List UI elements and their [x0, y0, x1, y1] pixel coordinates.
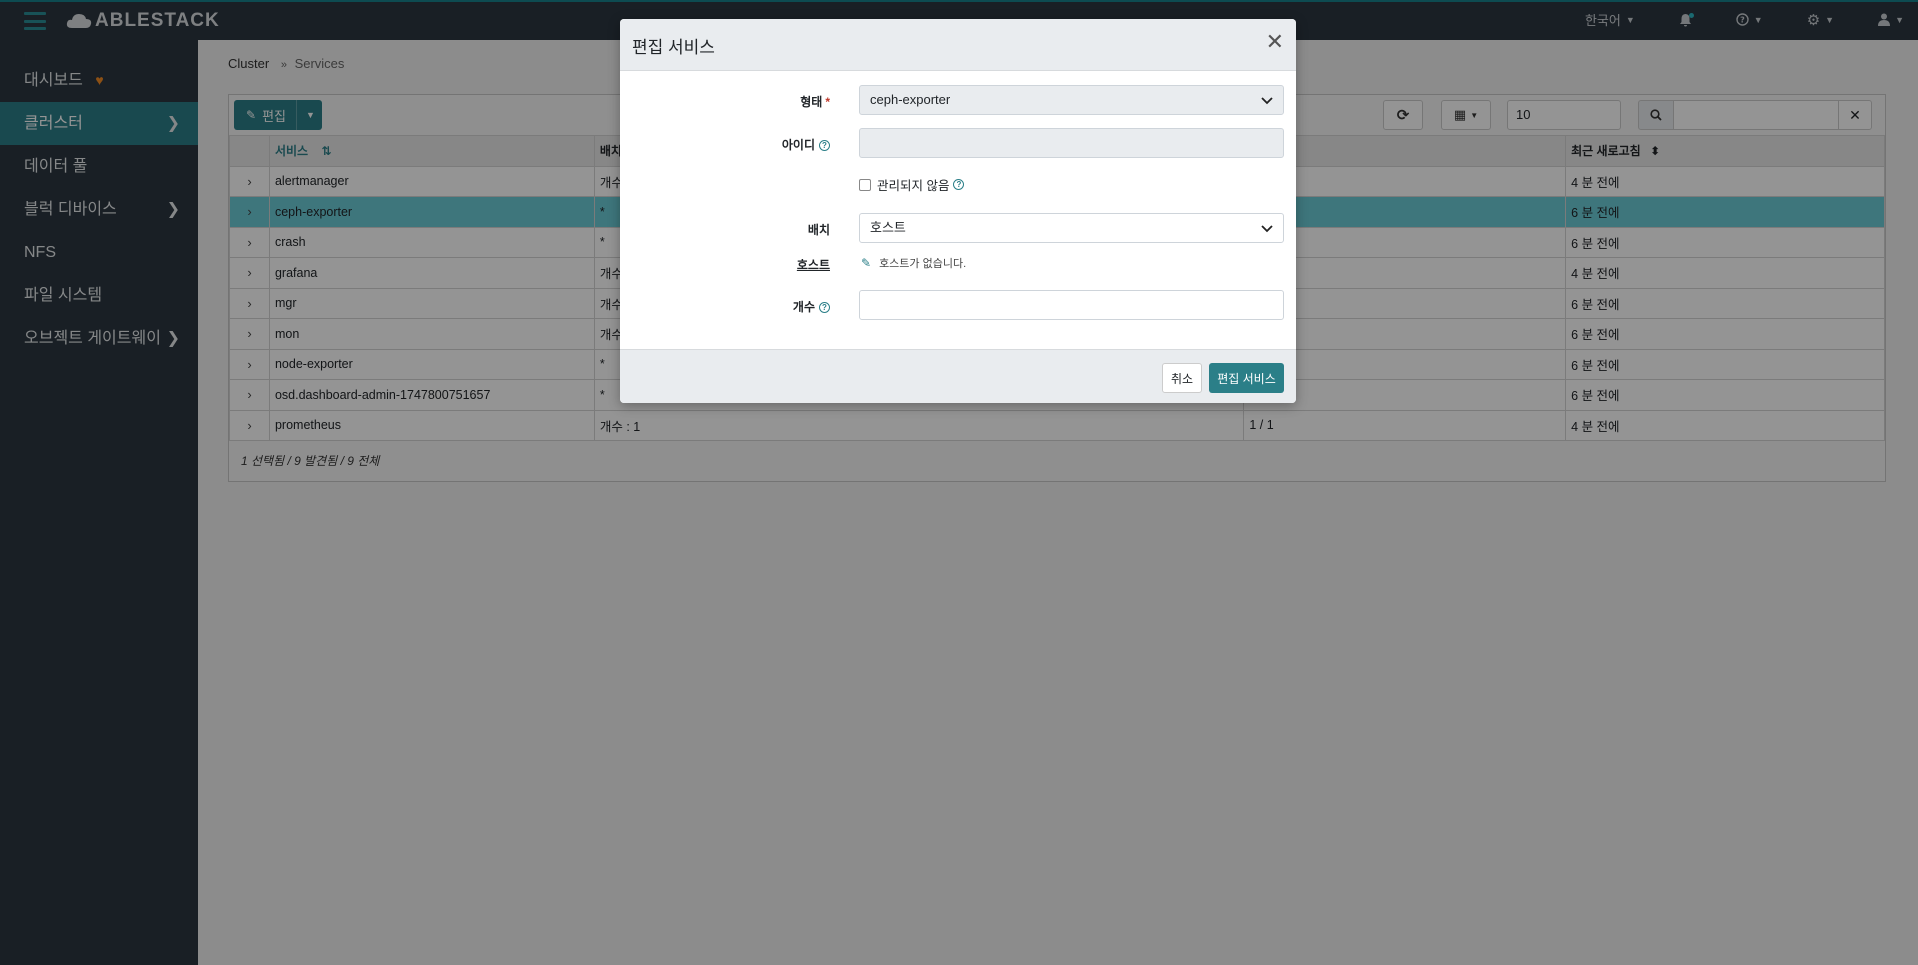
count-input[interactable] — [859, 290, 1284, 320]
type-select[interactable]: ceph-exporter — [859, 85, 1284, 115]
id-label-text: 아이디 — [781, 138, 815, 152]
chevron-down-icon — [1261, 214, 1273, 243]
help-icon[interactable]: ? — [953, 179, 965, 190]
pencil-icon[interactable]: ✎ — [861, 256, 871, 270]
modal-header: 편집 서비스 ✕ — [620, 19, 1296, 71]
close-icon[interactable]: ✕ — [1266, 31, 1284, 53]
modal-title: 편집 서비스 — [632, 38, 715, 57]
placement-select[interactable]: 호스트 — [859, 213, 1284, 243]
id-label: 아이디? — [782, 136, 830, 153]
chevron-down-icon — [1261, 86, 1273, 115]
edit-service-modal: 편집 서비스 ✕ 형태 * ceph-exporter 아이디? 관리되지 않음 … — [620, 19, 1296, 403]
help-icon[interactable]: ? — [819, 302, 830, 314]
cancel-button[interactable]: 취소 — [1162, 363, 1202, 393]
unmanaged-checkbox-row: 관리되지 않음 ? — [859, 175, 965, 194]
count-label: 개수? — [793, 298, 830, 315]
help-icon[interactable]: ? — [819, 140, 830, 152]
unmanaged-checkbox[interactable] — [859, 178, 871, 191]
hosts-label: 호스트 — [796, 258, 830, 272]
type-select-value: ceph-exporter — [870, 92, 951, 107]
edit-service-submit-button[interactable]: 편집 서비스 — [1209, 363, 1284, 393]
modal-footer: 취소 편집 서비스 — [620, 349, 1296, 403]
count-label-text: 개수 — [792, 300, 815, 314]
required-mark: * — [825, 95, 830, 109]
modal-body: 형태* ceph-exporter 아이디? 관리되지 않음 ? 배치 호스트 — [620, 71, 1296, 349]
type-label-text: 형태 — [800, 95, 823, 109]
hosts-empty-text: 호스트가 없습니다. — [879, 258, 967, 270]
unmanaged-label[interactable]: 관리되지 않음 — [877, 175, 949, 194]
placement-select-value: 호스트 — [870, 220, 906, 235]
type-label: 형태 * — [800, 93, 830, 110]
id-input[interactable] — [859, 128, 1284, 158]
placement-label: 배치 — [807, 223, 830, 237]
hosts-row: ✎ 호스트가 없습니다. — [861, 255, 966, 271]
